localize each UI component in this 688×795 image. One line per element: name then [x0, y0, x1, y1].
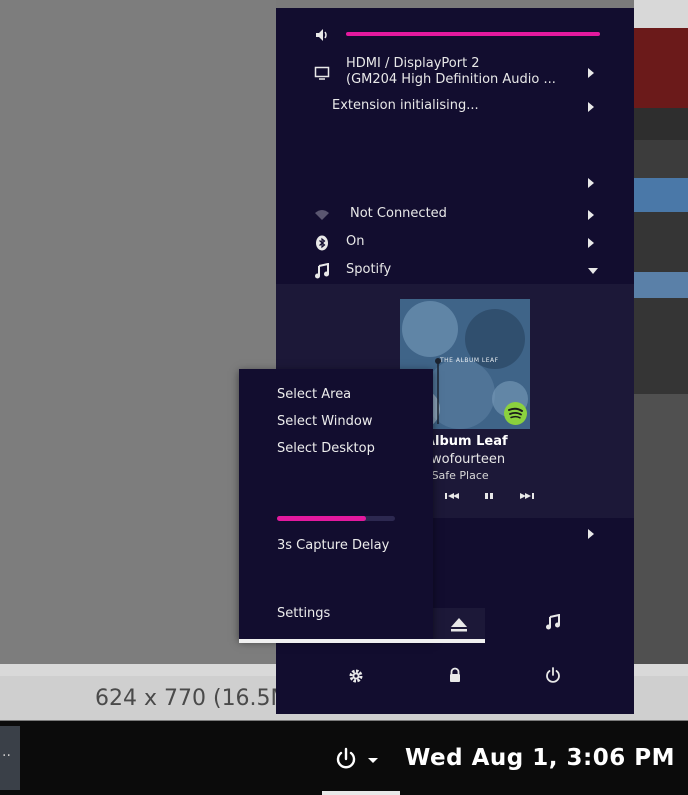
active-indicator: [322, 791, 400, 795]
speaker-icon: [316, 29, 327, 41]
audio-output-row[interactable]: HDMI / DisplayPort 2 (GM204 High Definit…: [276, 56, 634, 90]
capture-delay-slider[interactable]: [277, 516, 395, 521]
power-icon[interactable]: [545, 667, 561, 683]
system-menu-button[interactable]: [333, 747, 383, 773]
settings-item[interactable]: Settings: [277, 606, 330, 621]
taskbar: .. Wed Aug 1, 3:06 PM: [0, 721, 688, 795]
lock-icon[interactable]: [447, 667, 463, 683]
chevron-down-icon: [368, 758, 378, 763]
popup-underline: [239, 639, 485, 643]
bluetooth-status: On: [346, 234, 365, 249]
select-desktop-item[interactable]: Select Desktop: [277, 441, 375, 456]
volume-slider[interactable]: [346, 32, 600, 36]
previous-icon[interactable]: [445, 493, 459, 499]
task-thumbnail[interactable]: ..: [0, 726, 20, 790]
pause-icon[interactable]: [485, 493, 493, 499]
system-actions: [276, 664, 634, 686]
select-window-item[interactable]: Select Window: [277, 414, 373, 429]
extension-row[interactable]: Extension initialising...: [276, 94, 634, 120]
album-art-text: THE ALBUM LEAF: [440, 357, 499, 364]
background-window-right: [634, 0, 688, 720]
screenshot-menu: Select Area Select Window Select Desktop…: [239, 369, 433, 640]
image-size-text: 624 x 770 (16.5M: [95, 686, 290, 711]
select-area-item[interactable]: Select Area: [277, 387, 351, 402]
clock[interactable]: Wed Aug 1, 3:06 PM: [405, 745, 675, 771]
network-status: Not Connected: [350, 206, 447, 221]
audio-output-device: (GM204 High Definition Audio ...: [346, 72, 556, 87]
chevron-right-icon: [588, 210, 594, 220]
monitor-icon: [314, 66, 330, 80]
chevron-right-icon: [588, 68, 594, 78]
spotify-logo: [504, 402, 527, 425]
extension-status: Extension initialising...: [332, 98, 479, 113]
capture-delay-label: 3s Capture Delay: [277, 538, 390, 553]
chevron-right-icon: [588, 102, 594, 112]
empty-submenu-row[interactable]: [276, 170, 634, 196]
player-name: Spotify: [346, 262, 392, 277]
eject-icon: [451, 618, 467, 632]
bluetooth-icon: [316, 235, 328, 251]
music-note-icon[interactable]: [545, 614, 561, 630]
chevron-right-icon: [588, 238, 594, 248]
playback-controls: [444, 488, 544, 502]
wifi-icon: [315, 210, 329, 220]
spotify-row[interactable]: Spotify: [276, 258, 634, 284]
gear-icon[interactable]: [348, 668, 364, 684]
next-icon[interactable]: [520, 493, 534, 499]
bluetooth-row[interactable]: On: [276, 230, 634, 256]
chevron-right-icon: [588, 529, 594, 539]
audio-output-name: HDMI / DisplayPort 2: [346, 56, 480, 71]
power-icon: [336, 747, 378, 769]
eject-tab[interactable]: [433, 608, 485, 639]
chevron-down-icon: [588, 268, 598, 274]
network-row[interactable]: Not Connected: [276, 202, 634, 228]
background-canvas: [0, 0, 276, 664]
music-note-icon: [315, 263, 329, 279]
chevron-right-icon: [588, 178, 594, 188]
capture-delay-fill: [277, 516, 366, 521]
